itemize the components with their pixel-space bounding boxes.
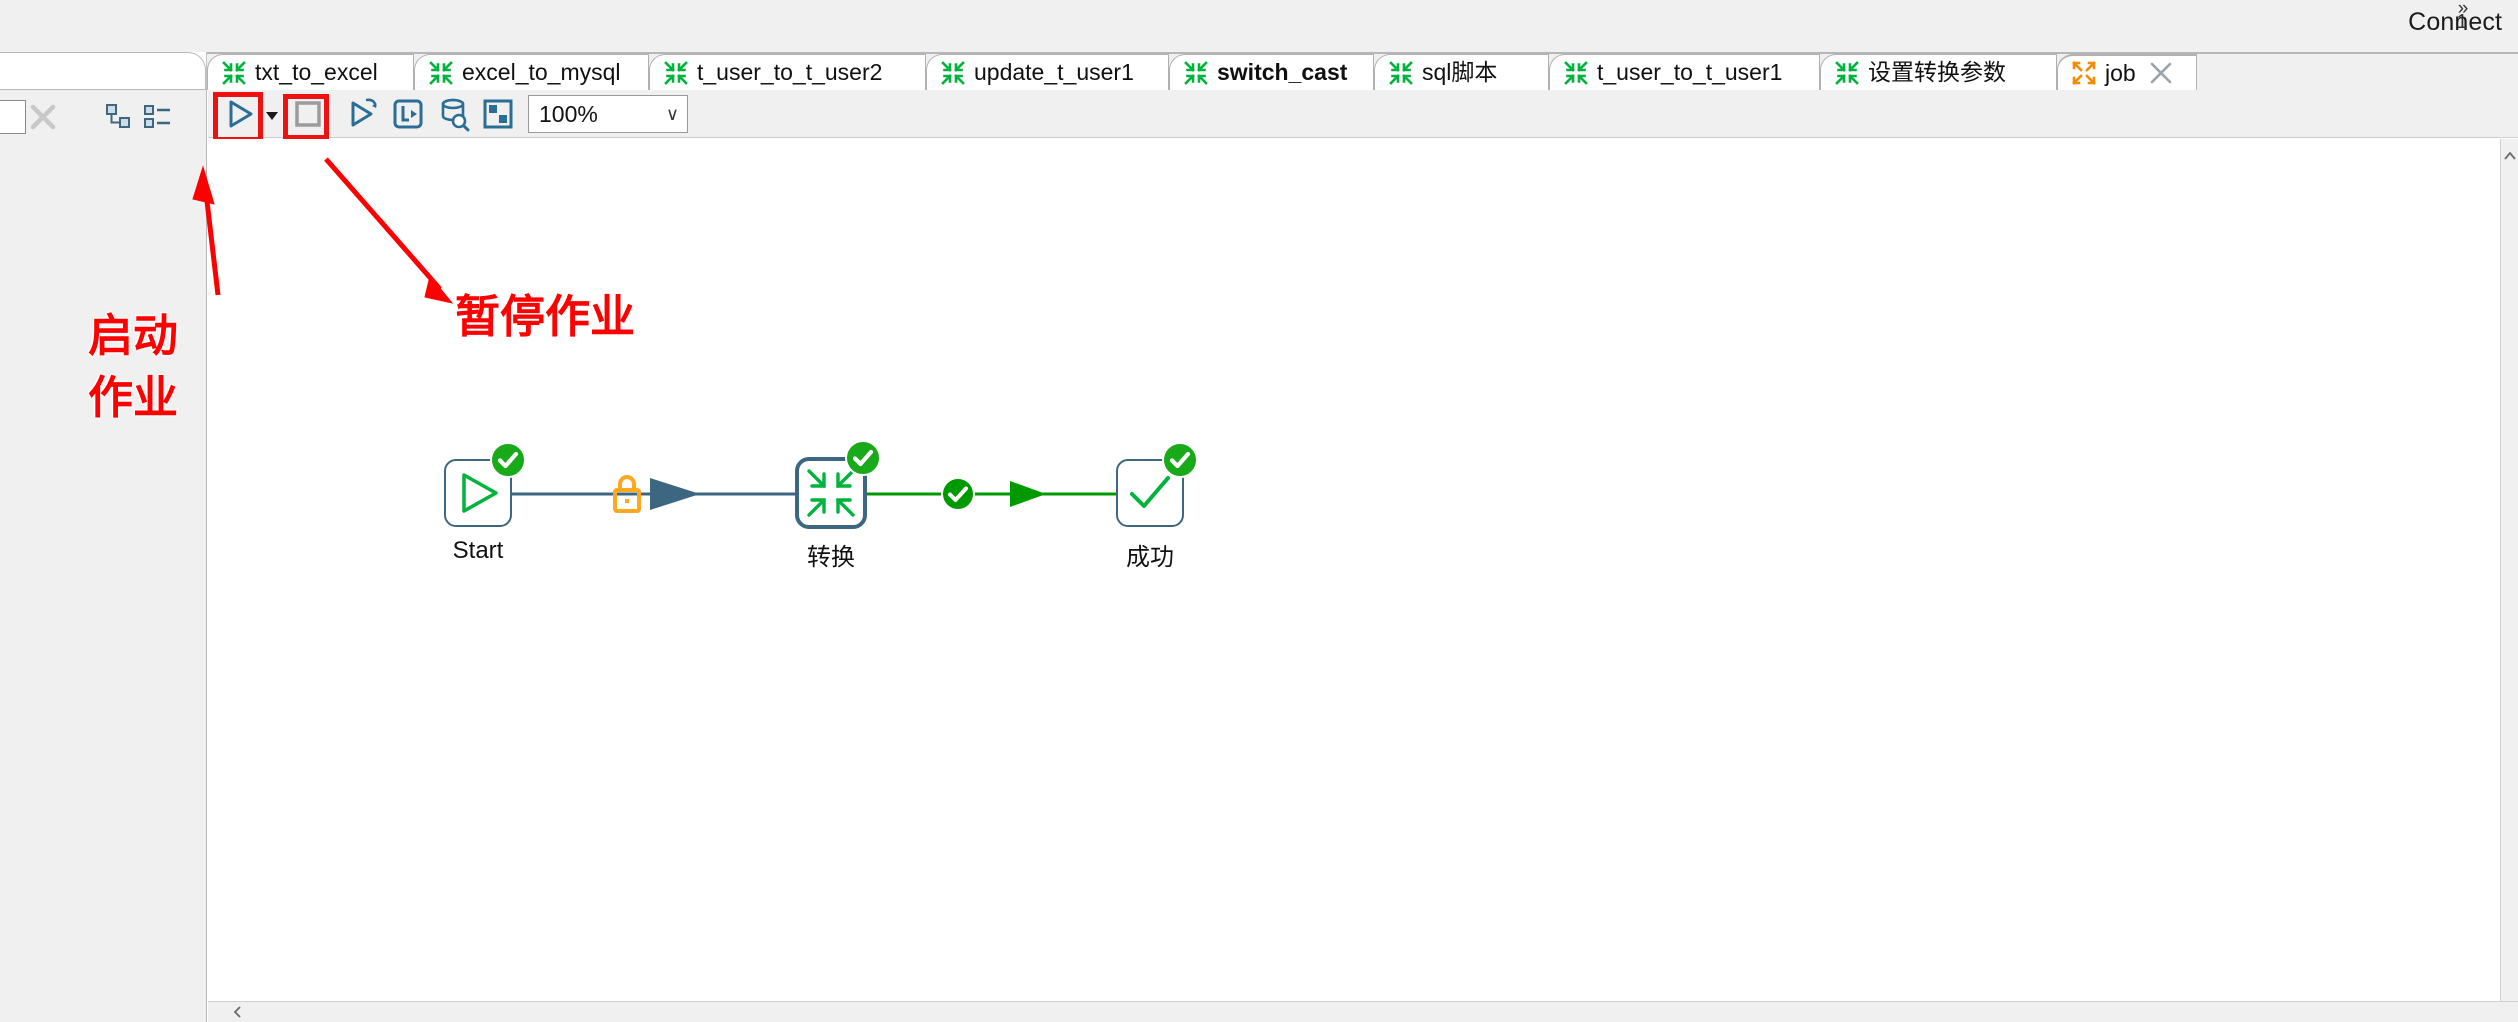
canvas-horizontal-scrollbar[interactable]: [208, 1001, 2518, 1022]
layout-button[interactable]: [480, 96, 516, 132]
node-start-label: Start: [452, 537, 504, 564]
transformation-icon: [222, 60, 246, 85]
scroll-left-caret-icon[interactable]: [232, 1006, 244, 1018]
tab-switch-cast[interactable]: switch_cast: [1169, 54, 1374, 90]
tab-label: t_user_to_t_user2: [697, 59, 883, 85]
tab-job[interactable]: job: [2057, 54, 2197, 90]
zoom-level-combobox[interactable]: 100% ∨: [528, 95, 688, 133]
tab-label: switch_cast: [1217, 59, 1348, 85]
tab-label: job: [2105, 59, 2136, 86]
tab-update-t-user1[interactable]: update_t_user1: [926, 54, 1169, 90]
node-success-status-badge: [1162, 442, 1198, 478]
transformation-icon: [941, 60, 965, 85]
tab-t-user-to-t-user2[interactable]: t_user_to_t_user2: [649, 54, 926, 90]
lock-icon[interactable]: [609, 473, 645, 515]
node-transformation-status-badge: [845, 440, 881, 476]
stop-button-highlight-box: [283, 94, 329, 140]
tab-excel-to-mysql[interactable]: excel_to_mysql: [414, 54, 649, 90]
transformation-icon: [1389, 60, 1413, 85]
left-panel-input-field[interactable]: [0, 100, 26, 134]
tab-label: txt_to_excel: [255, 59, 378, 85]
tab-label: excel_to_mysql: [462, 59, 621, 85]
scroll-up-caret-icon[interactable]: [2503, 150, 2517, 162]
transformation-icon: [429, 60, 453, 85]
tab-label: t_user_to_t_user1: [1597, 59, 1783, 85]
transformation-icon: [1184, 60, 1208, 85]
tab-sql[interactable]: sql脚本: [1374, 54, 1549, 90]
tab-overflow-count: 1: [2456, 11, 2468, 33]
tab-label: update_t_user1: [974, 59, 1134, 85]
hop-success-check-icon: [941, 477, 975, 511]
tree-view-icon[interactable]: [106, 104, 134, 130]
transformation-icon: [1564, 60, 1588, 85]
canvas-vertical-scrollbar[interactable]: [2500, 139, 2518, 1001]
tab-label: sql脚本: [1422, 59, 1498, 85]
close-x-icon[interactable]: [28, 102, 58, 132]
start-job-annotation: 启动 作业: [88, 305, 178, 429]
run-button-highlight-box: [213, 92, 263, 142]
tab-list: txt_to_excel excel_to_mysql t_user_to_t_us…: [207, 52, 2518, 90]
zoom-level-value: 100%: [539, 100, 598, 127]
tab-t-user-to-t-user1[interactable]: t_user_to_t_user1: [1549, 54, 1820, 90]
start-job-annotation-line2: 作业: [88, 371, 179, 424]
window-top-strip: [0, 0, 2518, 52]
left-panel-body: [0, 138, 207, 1022]
list-view-icon[interactable]: [144, 104, 172, 130]
node-start-status-badge: [490, 442, 526, 478]
debug-button[interactable]: [390, 96, 426, 132]
run-options-dropdown-arrow-icon[interactable]: [265, 110, 279, 122]
start-job-annotation-line1: 启动: [88, 309, 179, 362]
preview-button[interactable]: [345, 96, 381, 132]
node-transformation-label: 转换: [807, 544, 855, 571]
tab-txt-to-excel[interactable]: txt_to_excel: [207, 54, 414, 90]
inspect-data-button[interactable]: [435, 96, 471, 132]
tab-[interactable]: 设置转换参数: [1820, 54, 2057, 90]
chevron-down-icon: ∨: [665, 103, 679, 124]
transformation-icon: [1835, 60, 1859, 85]
tab-label: 设置转换参数: [1868, 59, 2006, 85]
node-success-label: 成功: [1126, 544, 1174, 571]
pause-job-annotation: 暂停作业: [455, 290, 636, 343]
tab-overflow-indicator[interactable]: » 1: [2432, 0, 2492, 38]
job-icon: [2072, 61, 2096, 85]
transformation-icon: [664, 60, 688, 85]
close-x-icon[interactable]: [2148, 60, 2174, 86]
job-canvas[interactable]: [208, 139, 2500, 1001]
left-panel-tab-stub[interactable]: [0, 52, 206, 90]
